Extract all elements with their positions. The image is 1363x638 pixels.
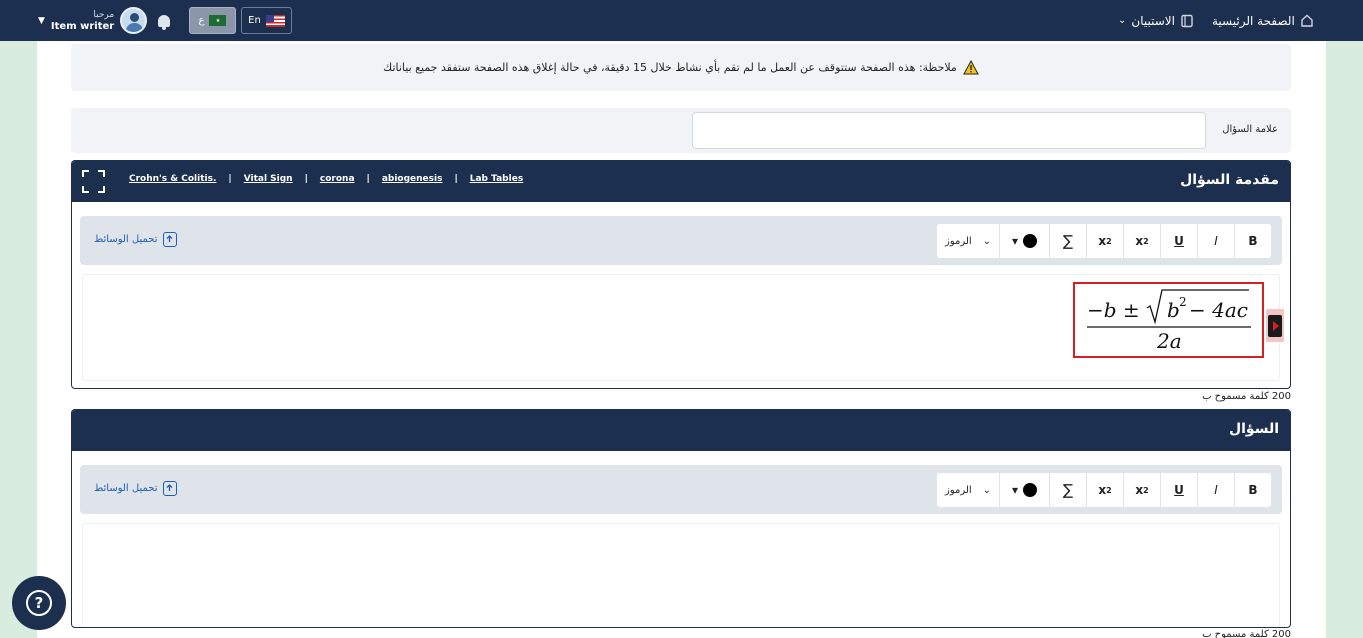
chevron-down-icon: ⌄: [982, 235, 991, 247]
italic-button[interactable]: I: [1197, 224, 1234, 258]
upload-media-button[interactable]: تحميل الوسائط: [94, 481, 178, 496]
superscript-button[interactable]: x2: [1086, 473, 1123, 507]
symbols-dropdown[interactable]: الرموز ⌄: [937, 473, 999, 507]
svg-text:b: b: [1167, 298, 1180, 322]
color-swatch: [1023, 483, 1038, 497]
editor-toolbar: B I U x2 x2 ∑ ▾ الرموز ⌄ تحميل الوسائط: [80, 465, 1282, 514]
upload-icon: [163, 481, 178, 496]
question-mark-label: علامة السؤال: [1222, 124, 1278, 135]
upload-icon: [163, 232, 178, 247]
lang-ar-label: ع: [198, 15, 205, 26]
welcome-text: مرحبا: [93, 9, 115, 20]
inactivity-notice: ملاحظة: هذه الصفحة ستتوقف عن العمل ما لم…: [71, 44, 1291, 91]
underline-button[interactable]: U: [1160, 473, 1197, 507]
link-separator: |: [366, 174, 370, 184]
symbols-label: الرموز: [945, 235, 972, 247]
lang-ar-button[interactable]: ع ★: [189, 7, 236, 34]
sum-button[interactable]: ∑: [1049, 473, 1086, 507]
link-separator: |: [228, 174, 232, 184]
top-bar: ▼ مرحبا Item writer ع ★ En الاستبيان ⌄ ا…: [0, 0, 1363, 41]
lang-en-button[interactable]: En: [241, 7, 292, 34]
nav-survey[interactable]: الاستبيان ⌄: [1118, 14, 1194, 28]
svg-text:− 4ac: − 4ac: [1189, 298, 1248, 322]
word-limit-text: 200 كلمة مسموح ب: [1202, 629, 1291, 638]
user-name: Item writer: [50, 20, 115, 32]
text-color-picker[interactable]: ▾: [999, 473, 1049, 507]
chevron-down-icon: ⌄: [982, 484, 991, 496]
us-flag-icon: [265, 14, 285, 27]
quadratic-formula: −b ± b 2 − 4ac 2a: [1087, 289, 1251, 353]
superscript-mark: 2: [1106, 485, 1112, 495]
subscript-mark: 2: [1143, 236, 1149, 246]
subscript-mark: 2: [1143, 485, 1149, 495]
word-limit-text: 200 كلمة مسموح ب: [1202, 391, 1291, 402]
link-crohns[interactable]: Crohn's & Colitis.: [129, 174, 216, 184]
question-mark-input[interactable]: [692, 112, 1206, 149]
link-vital-sign[interactable]: Vital Sign: [244, 174, 293, 184]
link-separator: |: [454, 174, 458, 184]
underline-button[interactable]: U: [1160, 224, 1197, 258]
upload-media-label: تحميل الوسائط: [94, 483, 158, 494]
svg-text:−b ±: −b ±: [1087, 298, 1140, 322]
upload-media-label: تحميل الوسائط: [94, 234, 158, 245]
saudi-flag-icon: ★: [209, 15, 227, 26]
warning-icon: [962, 60, 979, 75]
lang-en-label: En: [248, 15, 261, 26]
link-abiogenesis[interactable]: abiogenesis: [382, 174, 443, 184]
subscript-button[interactable]: x2: [1123, 224, 1160, 258]
chevron-down-icon: ▼: [38, 15, 45, 26]
intro-editor[interactable]: −b ± b 2 − 4ac 2a: [82, 274, 1284, 381]
text-color-picker[interactable]: ▾: [999, 224, 1049, 258]
superscript-base: x: [1098, 234, 1107, 248]
color-swatch: [1023, 234, 1038, 248]
bold-button[interactable]: B: [1234, 224, 1271, 258]
link-corona[interactable]: corona: [320, 174, 355, 184]
color-caret: ▾: [1011, 234, 1019, 248]
sum-button[interactable]: ∑: [1049, 224, 1086, 258]
question-intro-section: Crohn's & Colitis. | Vital Sign | corona…: [71, 160, 1291, 389]
link-lab-tables[interactable]: Lab Tables: [470, 174, 523, 184]
question-mark-row: علامة السؤال: [71, 108, 1291, 153]
section-title: مقدمة السؤال: [1180, 172, 1279, 188]
math-formula[interactable]: −b ± b 2 − 4ac 2a: [1073, 282, 1264, 358]
subscript-base: x: [1135, 234, 1144, 248]
user-menu[interactable]: ▼ مرحبا Item writer: [38, 0, 148, 41]
editor-toolbar: B I U x2 x2 ∑ ▾ الرموز ⌄ تحميل الوسائط: [80, 216, 1282, 265]
home-icon: [1300, 14, 1314, 27]
section-title: السؤال: [1228, 421, 1279, 437]
chevron-down-icon: ⌄: [1118, 15, 1127, 26]
upload-media-button[interactable]: تحميل الوسائط: [94, 232, 178, 247]
nav-home-label: الصفحة الرئيسية: [1212, 13, 1295, 28]
link-separator: |: [304, 174, 308, 184]
superscript-button[interactable]: x2: [1086, 224, 1123, 258]
question-section: السؤال B I U x2 x2 ∑ ▾ الرموز ⌄ تحميل الو…: [71, 409, 1291, 628]
subscript-button[interactable]: x2: [1123, 473, 1160, 507]
question-mark-icon: ?: [26, 590, 52, 616]
subscript-base: x: [1135, 483, 1144, 497]
symbols-dropdown[interactable]: الرموز ⌄: [937, 224, 999, 258]
superscript-base: x: [1098, 483, 1107, 497]
avatar: [120, 7, 148, 34]
fullscreen-icon[interactable]: [82, 170, 105, 193]
bell-icon[interactable]: [158, 14, 170, 30]
help-button[interactable]: ?: [12, 576, 66, 630]
question-editor[interactable]: [82, 523, 1280, 627]
symbols-label: الرموز: [945, 484, 972, 496]
nav-survey-label: الاستبيان: [1131, 13, 1175, 28]
svg-text:2a: 2a: [1156, 329, 1182, 353]
italic-button[interactable]: I: [1197, 473, 1234, 507]
svg-text:2: 2: [1179, 295, 1187, 309]
play-icon[interactable]: [1266, 309, 1284, 342]
reference-links: Crohn's & Colitis. | Vital Sign | corona…: [129, 174, 523, 184]
color-caret: ▾: [1011, 483, 1019, 497]
book-icon: [1180, 14, 1194, 28]
notice-text: ملاحظة: هذه الصفحة ستتوقف عن العمل ما لم…: [383, 61, 957, 74]
superscript-mark: 2: [1106, 236, 1112, 246]
bold-button[interactable]: B: [1234, 473, 1271, 507]
nav-home[interactable]: الصفحة الرئيسية: [1212, 14, 1314, 28]
